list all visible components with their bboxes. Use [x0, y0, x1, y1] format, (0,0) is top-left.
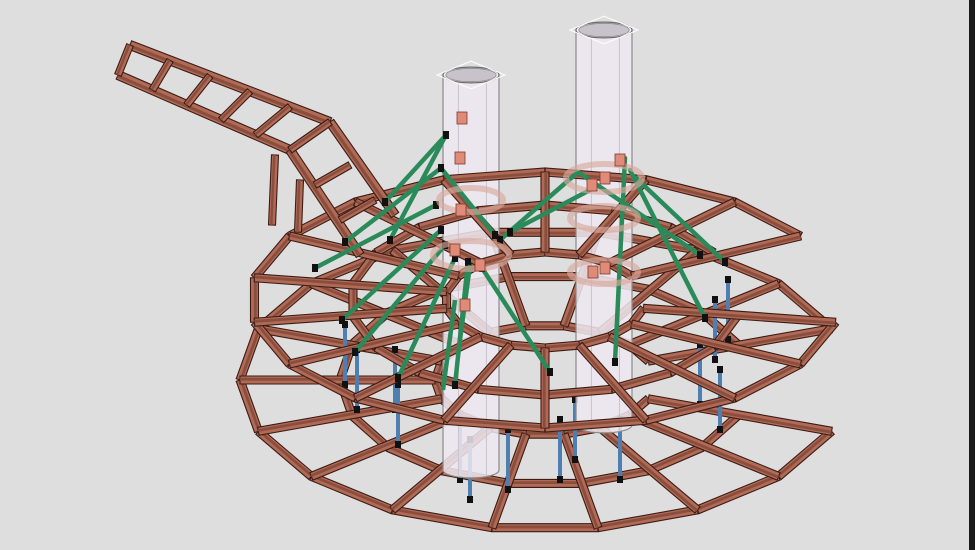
cable-anchor	[438, 164, 444, 172]
cable-anchor	[612, 358, 618, 366]
anchor-plate	[455, 203, 467, 217]
cable-anchor	[697, 251, 703, 259]
cable-anchor	[339, 316, 345, 324]
column-cap	[392, 346, 398, 353]
column-base	[467, 496, 473, 503]
anchor-plate	[586, 178, 598, 192]
cable-anchor	[342, 238, 348, 246]
anchor-plate	[454, 151, 466, 165]
anchor-plate	[614, 153, 626, 167]
column-base	[557, 476, 563, 483]
tower-right-opening	[578, 22, 630, 38]
column-cap	[557, 416, 563, 423]
column-base	[505, 486, 511, 493]
cable-anchor	[507, 228, 513, 236]
anchor-plate	[599, 171, 611, 185]
viewport-edge-bar	[969, 0, 975, 550]
cable-anchor	[395, 374, 401, 382]
column-cap	[725, 276, 731, 283]
anchor-plate	[456, 111, 468, 125]
anchor-plate	[474, 258, 486, 272]
cable-anchor	[382, 198, 388, 206]
cable-anchor	[438, 226, 444, 234]
column-cap	[712, 296, 718, 303]
structure-3d-view[interactable]	[0, 0, 975, 550]
column-cap	[717, 366, 723, 373]
anchor-plate	[587, 265, 599, 279]
column-base	[617, 476, 623, 483]
cable-anchor	[312, 264, 318, 272]
column-base	[354, 406, 360, 413]
cable-anchor	[387, 236, 393, 244]
cable-anchor	[352, 348, 358, 356]
cable-anchor	[443, 131, 449, 139]
anchor-plate	[459, 298, 471, 312]
anchor-plate	[449, 243, 461, 257]
tower-left-opening	[445, 67, 497, 83]
cable-anchor	[722, 258, 728, 266]
cable-anchor	[547, 368, 553, 376]
column-base	[712, 356, 718, 363]
column-base	[717, 426, 723, 433]
cable-anchor	[452, 381, 458, 389]
column-base	[395, 441, 401, 448]
column-base	[572, 456, 578, 463]
anchor-plate	[599, 261, 611, 275]
model-viewport[interactable]	[0, 0, 975, 550]
cable-anchor	[702, 314, 708, 322]
